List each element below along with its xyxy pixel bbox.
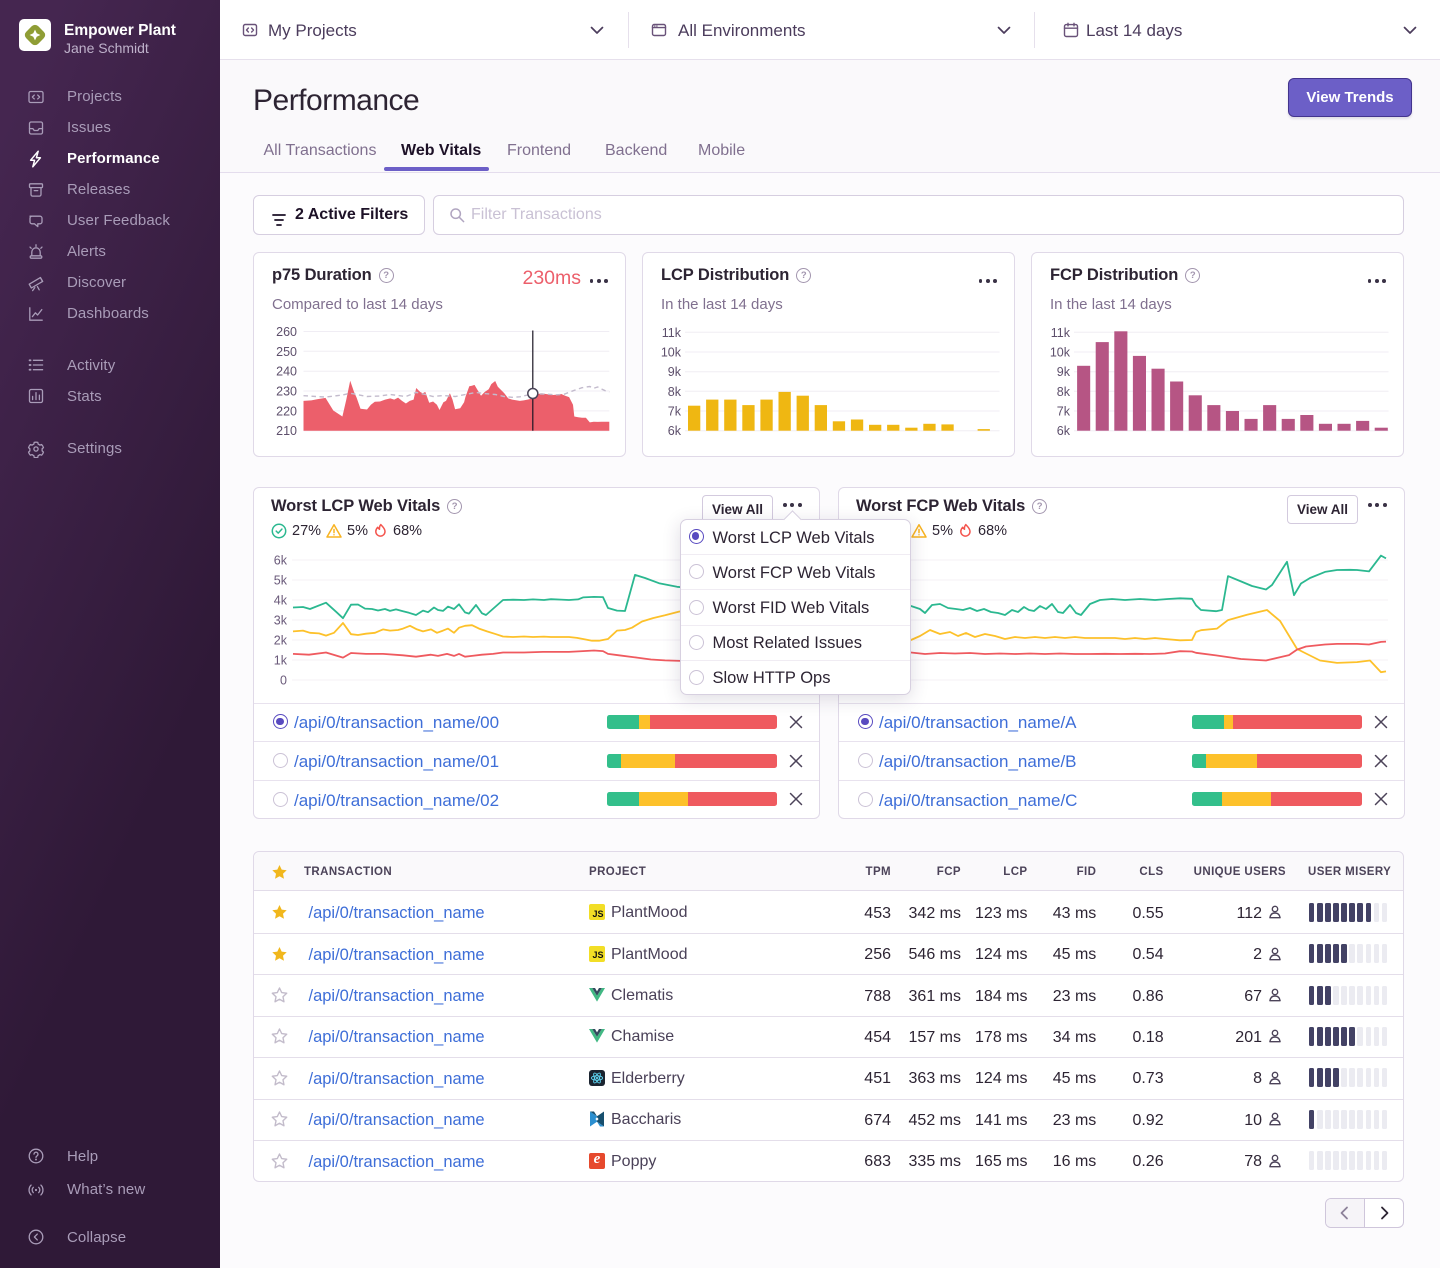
svg-text:10k: 10k: [661, 346, 682, 360]
svg-text:11k: 11k: [1051, 326, 1071, 340]
svg-text:230: 230: [276, 385, 297, 399]
svg-text:0: 0: [280, 674, 287, 688]
svg-text:250: 250: [276, 345, 297, 359]
svg-text:7k: 7k: [1057, 405, 1071, 419]
svg-text:8k: 8k: [668, 385, 682, 399]
svg-text:6k: 6k: [1057, 424, 1071, 438]
svg-text:9k: 9k: [1057, 365, 1071, 379]
svg-text:11k: 11k: [662, 326, 682, 340]
svg-text:240: 240: [276, 365, 297, 379]
svg-text:2k: 2k: [274, 634, 288, 648]
svg-text:260: 260: [276, 325, 297, 339]
svg-text:10k: 10k: [1050, 346, 1071, 360]
svg-text:7k: 7k: [668, 405, 682, 419]
svg-text:1k: 1k: [274, 654, 288, 668]
svg-text:8k: 8k: [1057, 385, 1071, 399]
svg-text:220: 220: [276, 404, 297, 418]
svg-text:4k: 4k: [274, 594, 288, 608]
svg-text:9k: 9k: [668, 365, 682, 379]
svg-text:6k: 6k: [274, 554, 288, 568]
svg-text:6k: 6k: [668, 424, 682, 438]
svg-text:5k: 5k: [274, 574, 288, 588]
svg-text:3k: 3k: [274, 614, 288, 628]
svg-text:210: 210: [276, 424, 297, 438]
